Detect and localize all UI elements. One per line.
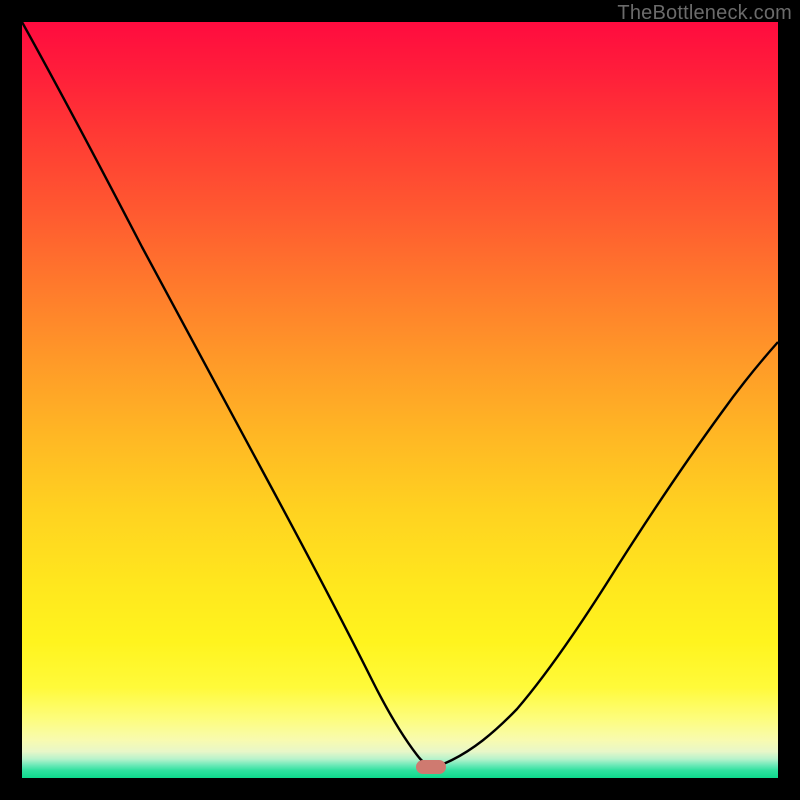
chart-frame: TheBottleneck.com [0, 0, 800, 800]
attribution-label: TheBottleneck.com [617, 2, 792, 25]
bottleneck-marker [416, 760, 446, 774]
curve-path [22, 22, 778, 767]
bottleneck-curve [22, 22, 778, 778]
plot-area [22, 22, 778, 778]
